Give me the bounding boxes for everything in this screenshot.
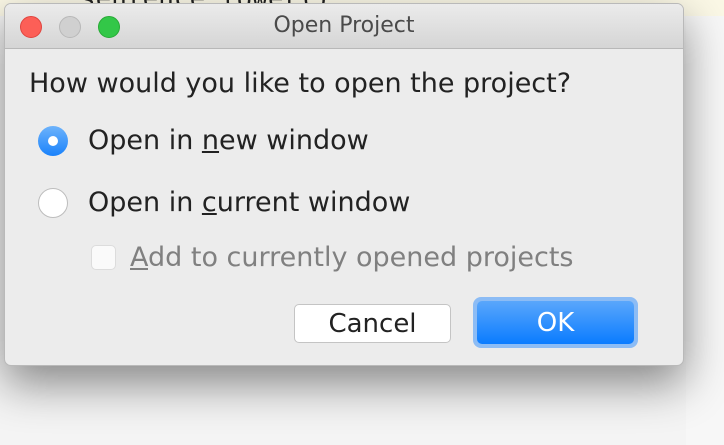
radio-unselected-icon[interactable] <box>38 187 68 218</box>
dialog-title: Open Project <box>273 13 415 38</box>
checkbox-icon[interactable] <box>91 245 116 270</box>
option-current-window[interactable]: Open in current window <box>38 187 410 218</box>
background-panel <box>686 16 724 445</box>
checkbox-label: Add to currently opened projects <box>130 242 574 273</box>
option-new-window[interactable]: Open in new window <box>38 125 369 156</box>
title-bar[interactable]: Open Project <box>5 4 683 49</box>
question-label: How would you like to open the project? <box>29 68 572 99</box>
option-label: Open in current window <box>88 187 411 218</box>
add-to-opened-projects-checkbox[interactable]: Add to currently opened projects <box>91 242 574 273</box>
option-label: Open in new window <box>88 125 369 156</box>
ok-button[interactable]: OK <box>477 301 634 344</box>
radio-selected-icon[interactable] <box>38 125 68 156</box>
open-project-dialog: Open Project How would you like to open … <box>4 3 684 366</box>
cancel-button[interactable]: Cancel <box>294 304 451 343</box>
